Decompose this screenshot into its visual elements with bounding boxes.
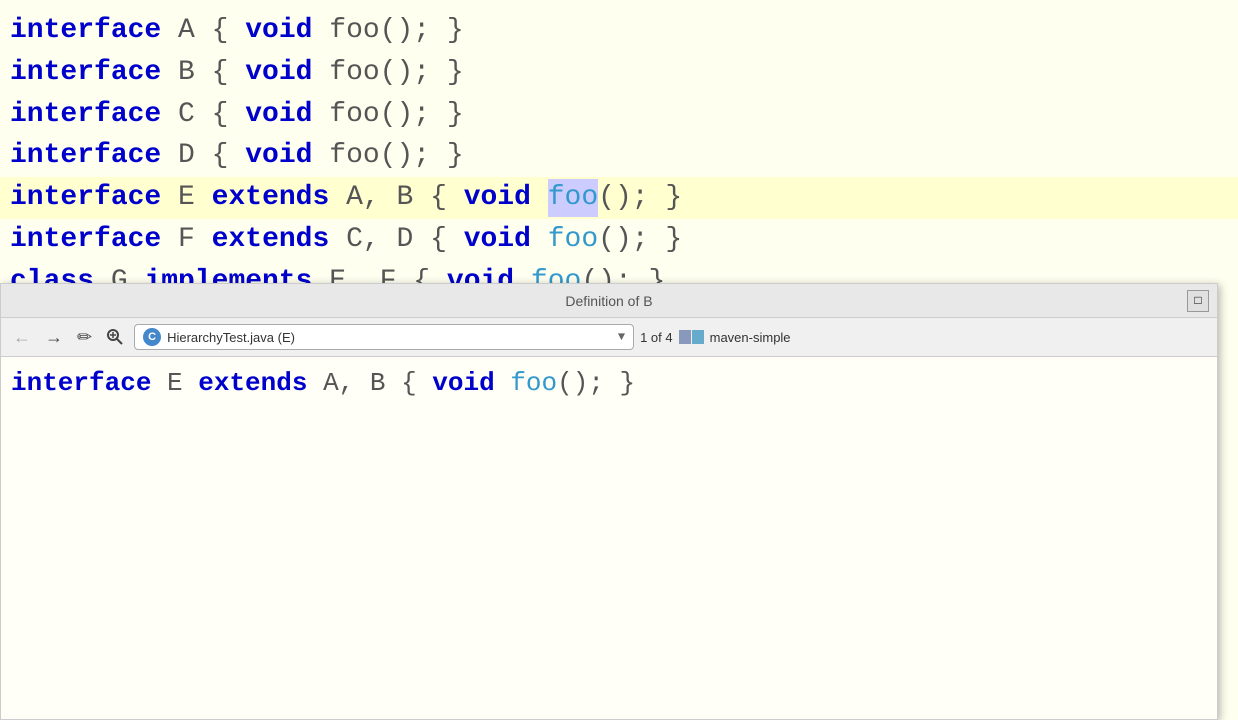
popup-title: Definition of B [565, 293, 652, 309]
back-button[interactable]: ← [9, 325, 35, 350]
project-icon-box2 [692, 330, 704, 344]
project-icon [679, 330, 704, 344]
find-button[interactable] [102, 326, 128, 348]
file-type-icon: C [143, 328, 161, 346]
popup-titlebar: Definition of B □ [1, 284, 1217, 318]
popup-close-button[interactable]: □ [1187, 290, 1209, 312]
code-line-line-a: interface A { void foo(); } [0, 10, 1238, 52]
file-selector[interactable]: C HierarchyTest.java (E) ▼ [134, 324, 634, 350]
code-editor: interface A { void foo(); }interface B {… [0, 0, 1238, 720]
result-count: 1 of 4 [640, 330, 673, 345]
code-line-line-c: interface C { void foo(); } [0, 94, 1238, 136]
code-line-line-e: interface E extends A, B { void foo(); } [0, 177, 1238, 219]
code-line-line-b: interface B { void foo(); } [0, 52, 1238, 94]
file-selector-name: HierarchyTest.java (E) [167, 330, 612, 345]
file-selector-dropdown-icon: ▼ [618, 330, 625, 344]
code-line-line-f: interface F extends C, D { void foo(); } [0, 219, 1238, 261]
popup-toolbar: ← → ✏ C HierarchyTest.java (E) ▼ 1 of 4 [1, 318, 1217, 357]
editor-lines: interface A { void foo(); }interface B {… [0, 10, 1238, 303]
project-name: maven-simple [710, 330, 791, 345]
code-line-line-d: interface D { void foo(); } [0, 135, 1238, 177]
popup-content: interface E extends A, B { void foo(); } [1, 357, 1217, 719]
forward-button[interactable]: → [41, 325, 67, 350]
edit-button[interactable]: ✏ [73, 325, 96, 350]
definition-popup: Definition of B □ ← → ✏ C HierarchyTest.… [0, 283, 1218, 720]
popup-code-line: interface E extends A, B { void foo(); } [11, 365, 1207, 401]
project-icon-box1 [679, 330, 691, 344]
